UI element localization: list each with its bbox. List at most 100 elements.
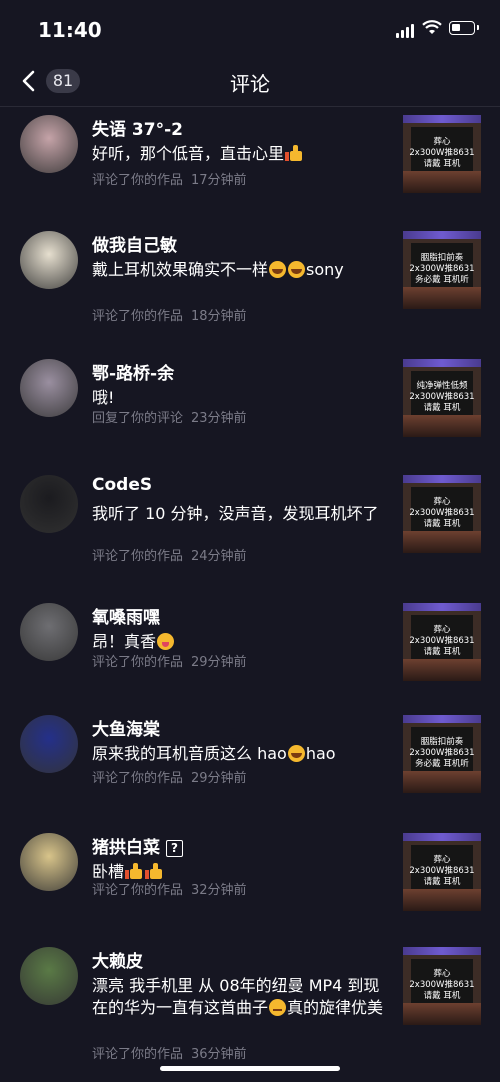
comment-text-segment: hao	[305, 744, 336, 763]
comment-meta: 评论了你的作品 17分钟前	[92, 169, 247, 188]
thumbnail-caption: 葬心	[433, 625, 451, 635]
comment-author[interactable]: 做我自己敏	[92, 231, 177, 256]
comment-text: 好听，那个低音，直击心里	[92, 143, 388, 165]
comment-time: 29分钟前	[191, 771, 247, 786]
thumbnail-caption: 请戴 耳机	[423, 647, 461, 657]
comment-row[interactable]: 大鱼海棠原来我的耳机音质这么 hao hao 评论了你的作品 29分钟前 胭脂扣前奏 2x…	[0, 707, 500, 825]
thumbnail-caption: 胭脂扣前奏	[420, 737, 464, 747]
comment-time: 17分钟前	[191, 173, 247, 188]
comment-text: 漂亮 我手机里 从 08年的纽曼 MP4 到现在的华为一直有这首曲子 真的旋律优美	[92, 975, 388, 1019]
laugh-emoji-icon	[288, 261, 306, 278]
video-thumbnail[interactable]: 葬心 2x300W推8631 请戴 耳机	[403, 947, 481, 1025]
comment-author[interactable]: 氧嗓雨嘿	[92, 603, 160, 628]
thumbnail-caption: 请戴 耳机	[423, 991, 461, 1001]
comment-meta: 评论了你的作品 36分钟前	[92, 1043, 247, 1062]
thumbnail-caption: 2x300W推8631	[409, 636, 475, 646]
comment-meta: 评论了你的作品 24分钟前	[92, 545, 247, 564]
video-thumbnail[interactable]: 纯净弹性低频 2x300W推8631 请戴 耳机	[403, 359, 481, 437]
battery-icon	[449, 21, 479, 35]
home-indicator[interactable]	[160, 1066, 340, 1071]
author-name: 做我自己敏	[92, 236, 177, 256]
thumbnail-caption: 请戴 耳机	[423, 403, 461, 413]
comment-row[interactable]: 大赖皮漂亮 我手机里 从 08年的纽曼 MP4 到现在的华为一直有这首曲子 真的旋…	[0, 939, 500, 1079]
video-thumbnail[interactable]: 葬心 2x300W推8631 请戴 耳机	[403, 115, 481, 193]
thumbnail-caption: 2x300W推8631	[409, 392, 475, 402]
comment-time: 32分钟前	[191, 883, 247, 898]
comment-row[interactable]: 鄂-路桥-余 哦! 回复了你的评论 23分钟前 纯净弹性低频 2x300W推8631 请戴 …	[0, 351, 500, 467]
avatar[interactable]	[20, 115, 78, 173]
comment-text-segment: 好听，那个低音，直击心里	[92, 144, 285, 163]
video-thumbnail[interactable]: 葬心 2x300W推8631 请戴 耳机	[403, 833, 481, 911]
comment-time: 23分钟前	[191, 411, 247, 426]
thumbnail-caption: 请戴 耳机	[423, 159, 461, 169]
author-name: 鄂-路桥-余	[92, 364, 175, 384]
comment-author[interactable]: CodeS	[92, 475, 152, 495]
author-name: 失语 37°-2	[92, 120, 183, 140]
thumbnail-caption: 葬心	[433, 855, 451, 865]
avatar[interactable]	[20, 833, 78, 891]
video-thumbnail[interactable]: 葬心 2x300W推8631 请戴 耳机	[403, 475, 481, 553]
thumbnail-caption: 务必戴 耳机听	[415, 759, 469, 769]
comment-author[interactable]: 鄂-路桥-余	[92, 359, 174, 384]
comment-row[interactable]: 做我自己敏戴上耳机效果确实不一样 sony 评论了你的作品 18分钟前 胭脂扣前奏 2x3…	[0, 223, 500, 351]
comment-text-segment: 真的旋律优美	[287, 998, 384, 1017]
thumbnail-caption: 2x300W推8631	[409, 980, 475, 990]
comment-author[interactable]: 猪拱白菜?	[92, 833, 183, 858]
video-thumbnail[interactable]: 葬心 2x300W推8631 请戴 耳机	[403, 603, 481, 681]
wifi-icon	[422, 20, 442, 34]
author-name: 猪拱白菜	[92, 838, 160, 858]
video-thumbnail[interactable]: 胭脂扣前奏 2x300W推8631 务必戴 耳机听	[403, 715, 481, 793]
thumbnail-caption: 2x300W推8631	[409, 148, 475, 158]
video-thumbnail[interactable]: 胭脂扣前奏 2x300W推8631 务必戴 耳机听	[403, 231, 481, 309]
comment-action: 评论了你的作品	[92, 309, 184, 324]
question-badge-icon: ?	[166, 840, 183, 857]
laugh-emoji-icon	[269, 261, 287, 278]
comment-text: 原来我的耳机音质这么 hao hao	[92, 743, 388, 765]
comment-row[interactable]: CodeS 我听了 10 分钟，没声音，发现耳机坏了 评论了你的作品 24分钟前 葬心 2…	[0, 467, 500, 595]
header-bar: 81 评论	[0, 56, 500, 107]
thumbnail-caption: 请戴 耳机	[423, 877, 461, 887]
comment-author[interactable]: 大赖皮	[92, 947, 143, 972]
avatar[interactable]	[20, 715, 78, 773]
think-emoji-icon	[269, 999, 287, 1016]
avatar[interactable]	[20, 359, 78, 417]
thumbnail-caption: 务必戴 耳机听	[415, 275, 469, 285]
comment-row[interactable]: 失语 37°-2 好听，那个低音，直击心里评论了你的作品 17分钟前 葬心 2x300W…	[0, 107, 500, 223]
comment-action: 评论了你的作品	[92, 173, 184, 188]
comment-meta: 评论了你的作品 18分钟前	[92, 305, 247, 324]
avatar[interactable]	[20, 947, 78, 1005]
comment-text: 戴上耳机效果确实不一样 sony	[92, 259, 388, 281]
thumbnail-caption: 2x300W推8631	[409, 264, 475, 274]
thumbnail-caption: 葬心	[433, 497, 451, 507]
avatar[interactable]	[20, 475, 78, 533]
comment-text-segment: 哦!	[92, 388, 115, 407]
comment-time: 36分钟前	[191, 1047, 247, 1062]
comment-meta: 评论了你的作品 29分钟前	[92, 767, 247, 786]
thumbnail-caption: 2x300W推8631	[409, 866, 475, 876]
thumbnail-caption: 葬心	[433, 137, 451, 147]
comment-text: 昂！真香	[92, 631, 388, 653]
avatar[interactable]	[20, 231, 78, 289]
comment-author[interactable]: 失语 37°-2	[92, 115, 183, 140]
thumbnail-caption: 2x300W推8631	[409, 508, 475, 518]
comment-author[interactable]: 大鱼海棠	[92, 715, 160, 740]
comment-time: 24分钟前	[191, 549, 247, 564]
comment-action: 评论了你的作品	[92, 1047, 184, 1062]
comment-meta: 回复了你的评论 23分钟前	[92, 407, 247, 426]
comment-row[interactable]: 氧嗓雨嘿昂！真香评论了你的作品 29分钟前 葬心 2x300W推8631 请戴 耳机	[0, 595, 500, 707]
page-title: 评论	[230, 72, 270, 96]
comment-action: 回复了你的评论	[92, 411, 184, 426]
comment-text-segment: 我听了 10 分钟，没声音，发现耳机坏了	[92, 504, 379, 523]
avatar[interactable]	[20, 603, 78, 661]
comment-action: 评论了你的作品	[92, 883, 184, 898]
comment-text-segment: sony	[306, 260, 344, 279]
comment-row[interactable]: 猪拱白菜? 卧槽 评论了你的作品 32分钟前 葬心 2x300W推8631 请戴 耳机	[0, 825, 500, 939]
comment-text-segment: 昂！真香	[92, 632, 157, 651]
comment-time: 29分钟前	[191, 655, 247, 670]
comment-text: 我听了 10 分钟，没声音，发现耳机坏了	[92, 503, 388, 525]
comment-text-segment: 戴上耳机效果确实不一样	[92, 260, 269, 279]
author-name: 氧嗓雨嘿	[92, 608, 160, 628]
status-bar: 11:40	[0, 0, 500, 56]
thumbnail-caption: 纯净弹性低频	[416, 381, 468, 391]
comment-action: 评论了你的作品	[92, 655, 184, 670]
